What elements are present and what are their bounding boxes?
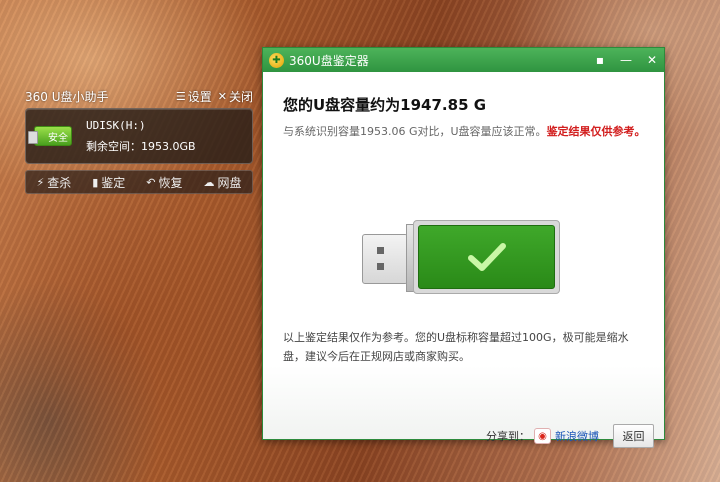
feedback-button[interactable]: ▪ [594,53,606,67]
usb-helper-widget: 360 U盘小助手 ☰ 设置 ✕ 关闭 安全 UDISK(H:) 剩余空间：19… [25,86,253,194]
close-icon: ✕ [217,89,227,103]
cloud-icon: ☁ [203,175,215,189]
close-icon: ✕ [646,53,658,67]
usb-identifier-window: ✚ 360U盘鉴定器 ▪ — ✕ 您的U盘容量约为1947.85 G 与系统识别… [262,47,665,448]
usb-plug [362,234,408,284]
toolbar-scan-button[interactable]: ⚡ 查杀 [36,174,71,191]
window-titlebar[interactable]: ✚ 360U盘鉴定器 ▪ — ✕ [263,48,664,72]
share-label: 分享到： [486,430,530,443]
window-title: 360U盘鉴定器 [289,53,369,68]
safe-badge-label: 安全 [48,132,68,144]
window-content: 您的U盘容量约为1947.85 G 与系统识别容量1953.06 G对比，U盘容… [263,72,664,448]
drive-card[interactable]: 安全 UDISK(H:) 剩余空间：1953.0GB [25,108,253,164]
window-controls: ▪ — ✕ [594,53,658,67]
plug-hole [377,263,384,270]
toolbar-cloud-label: 网盘 [217,175,242,190]
close-button[interactable]: ✕ [646,53,658,67]
reference-warning: 鉴定结果仅供参考。 [546,125,646,138]
weibo-share-link[interactable]: 新浪微博 [555,428,599,444]
toolbar-restore-button[interactable]: ↶ 恢复 [146,174,182,191]
toolbar-scan-label: 查杀 [47,175,72,190]
bolt-icon: ⚡ [36,175,45,189]
widget-header: 360 U盘小助手 ☰ 设置 ✕ 关闭 [25,86,253,106]
list-icon: ☰ [175,89,186,103]
checkmark-icon [467,243,506,271]
usb-drive-illustration [362,220,560,298]
restore-icon: ↶ [146,175,156,189]
drive-icon: ▮ [92,175,99,189]
widget-actions: ☰ 设置 ✕ 关闭 [176,88,253,105]
capacity-headline: 您的U盘容量约为1947.85 G [283,96,487,114]
plug-hole [377,247,384,254]
widget-toolbar: ⚡ 查杀 ▮ 鉴定 ↶ 恢复 ☁ 网盘 [25,170,253,194]
toolbar-identify-button[interactable]: ▮ 鉴定 [92,174,125,191]
toolbar-identify-label: 鉴定 [101,175,126,190]
toolbar-restore-label: 恢复 [158,175,183,190]
widget-settings-button[interactable]: ☰ 设置 [176,88,212,105]
comparison-text: 与系统识别容量1953.06 G对比，U盘容量应该正常。 [283,125,547,138]
widget-title: 360 U盘小助手 [25,89,109,104]
free-space: 剩余空间：1953.0GB [86,139,196,153]
minimize-button[interactable]: — [620,53,632,67]
drive-info: UDISK(H:) 剩余空间：1953.0GB [86,119,196,154]
back-button[interactable]: 返回 [613,424,654,448]
safe-badge: 安全 [28,126,72,146]
chat-icon: ▪ [595,53,605,67]
toolbar-cloud-button[interactable]: ☁ 网盘 [203,174,241,191]
drive-label: UDISK(H:) [86,118,146,132]
minimize-icon: — [620,53,632,67]
usb-status-panel [418,225,555,289]
widget-settings-label: 设置 [187,89,212,104]
share-row: 分享到： ◉ 新浪微博 返回 [486,424,654,448]
widget-close-button[interactable]: ✕ 关闭 [218,88,253,105]
weibo-icon[interactable]: ◉ [534,428,551,444]
result-note: 以上鉴定结果仅作为参考。您的U盘标称容量超过100G，极可能是缩水盘，建议今后在… [283,331,629,363]
capacity-comparison: 与系统识别容量1953.06 G对比，U盘容量应该正常。鉴定结果仅供参考。 [283,123,646,139]
back-button-label: 返回 [622,430,645,443]
app-logo-icon: ✚ [269,52,284,68]
widget-close-label: 关闭 [228,89,253,104]
usb-body [413,220,560,294]
